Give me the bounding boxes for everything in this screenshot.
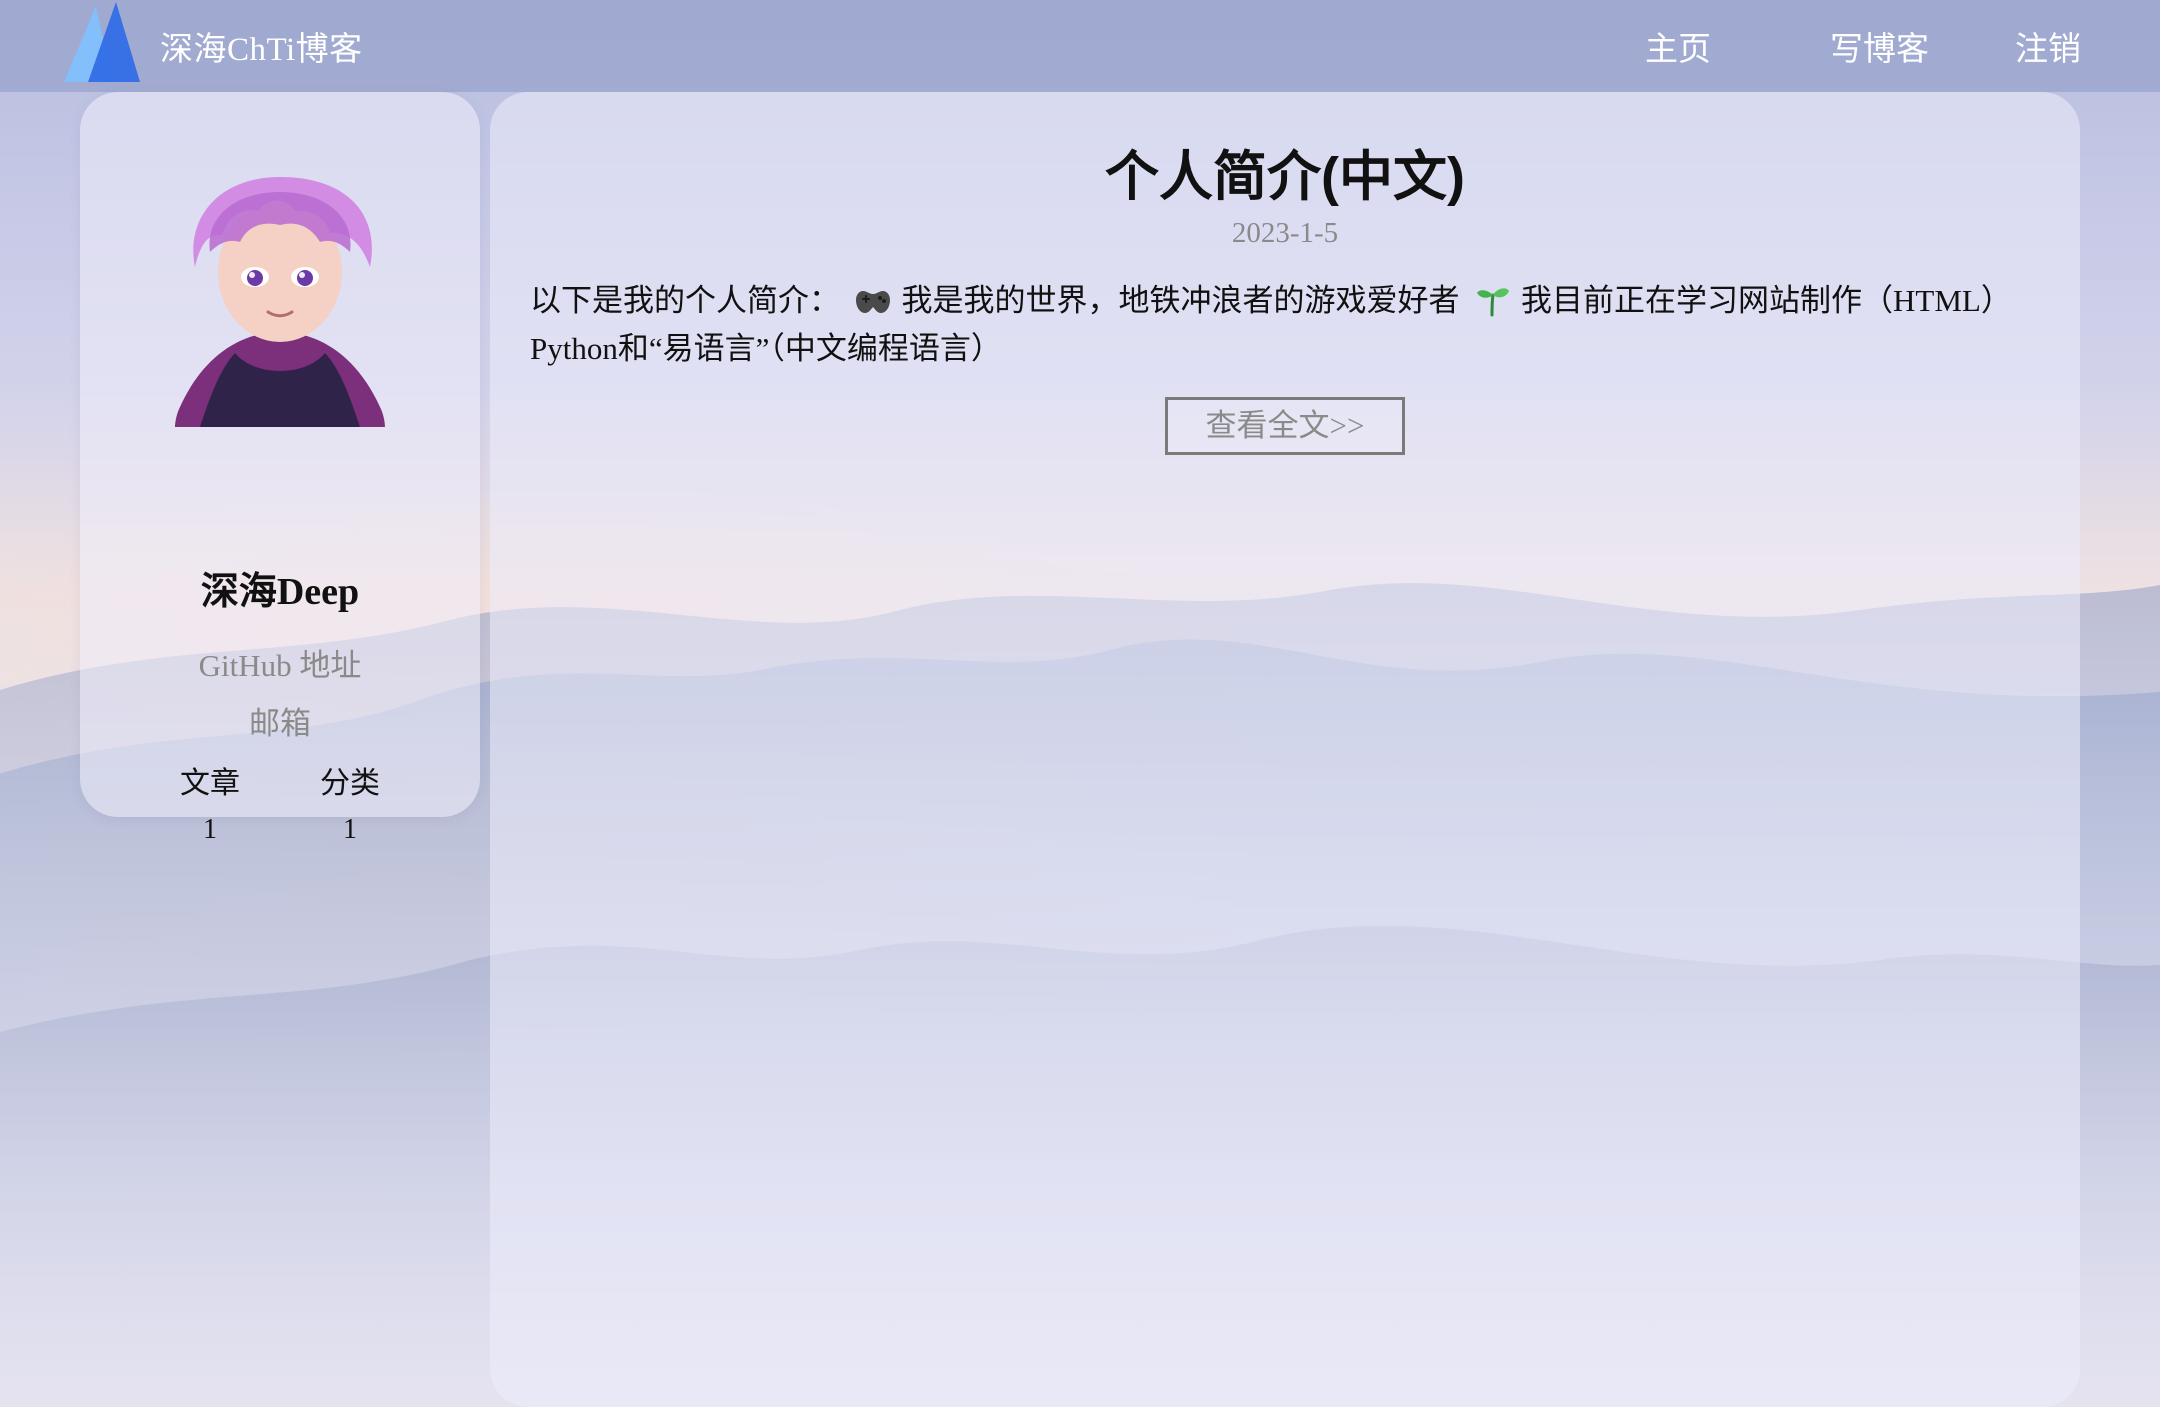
top-navigation: 深海ChTi博客 主页 写博客 注销 xyxy=(0,0,2160,92)
site-title[interactable]: 深海ChTi博客 xyxy=(160,22,363,70)
articles-count: 1 xyxy=(203,814,217,845)
article-date: 2023-1-5 xyxy=(1231,217,1339,249)
article-title[interactable]: 个人简介(中文) xyxy=(490,132,2080,211)
profile-stats: 文章 1 分类 1 xyxy=(80,758,480,853)
categories-label: 分类 xyxy=(320,767,380,800)
read-more-button[interactable]: 查看全文>> xyxy=(1165,397,1405,455)
email-link[interactable]: 邮箱 xyxy=(80,698,480,743)
seedling-icon xyxy=(1477,288,1510,317)
game-controller-icon xyxy=(855,291,890,313)
profile-card: 深海Deep GitHub 地址 邮箱 文章 1 分类 1 xyxy=(80,92,480,845)
article-summary: 以下是我的个人简介： 我是我的世界，地铁冲浪者的游戏爱好者 我目前正在学习网站制… xyxy=(530,277,2040,373)
profile-name: 深海Deep xyxy=(200,571,360,613)
github-link[interactable]: GitHub 地址 xyxy=(80,640,480,685)
nav-home-link[interactable]: 主页 xyxy=(1645,22,1711,70)
articles-stat: 文章 1 xyxy=(140,758,280,846)
nav-write-blog-link[interactable]: 写博客 xyxy=(1830,22,1929,70)
anime-avatar-image xyxy=(175,177,385,427)
articles-label: 文章 xyxy=(180,767,240,800)
summary-text-2: 我是我的世界，地铁冲浪者的游戏爱好者 xyxy=(901,283,1460,318)
summary-text-1: 以下是我的个人简介： xyxy=(530,283,840,318)
nav-logout-link[interactable]: 注销 xyxy=(2015,22,2081,70)
article-card: 个人简介(中文) 2023-1-5 以下是我的个人简介： 我是我的世界，地铁冲浪… xyxy=(490,92,2080,1407)
categories-count: 1 xyxy=(343,814,357,845)
categories-stat: 分类 1 xyxy=(280,758,420,846)
site-logo-icon[interactable] xyxy=(58,0,144,86)
